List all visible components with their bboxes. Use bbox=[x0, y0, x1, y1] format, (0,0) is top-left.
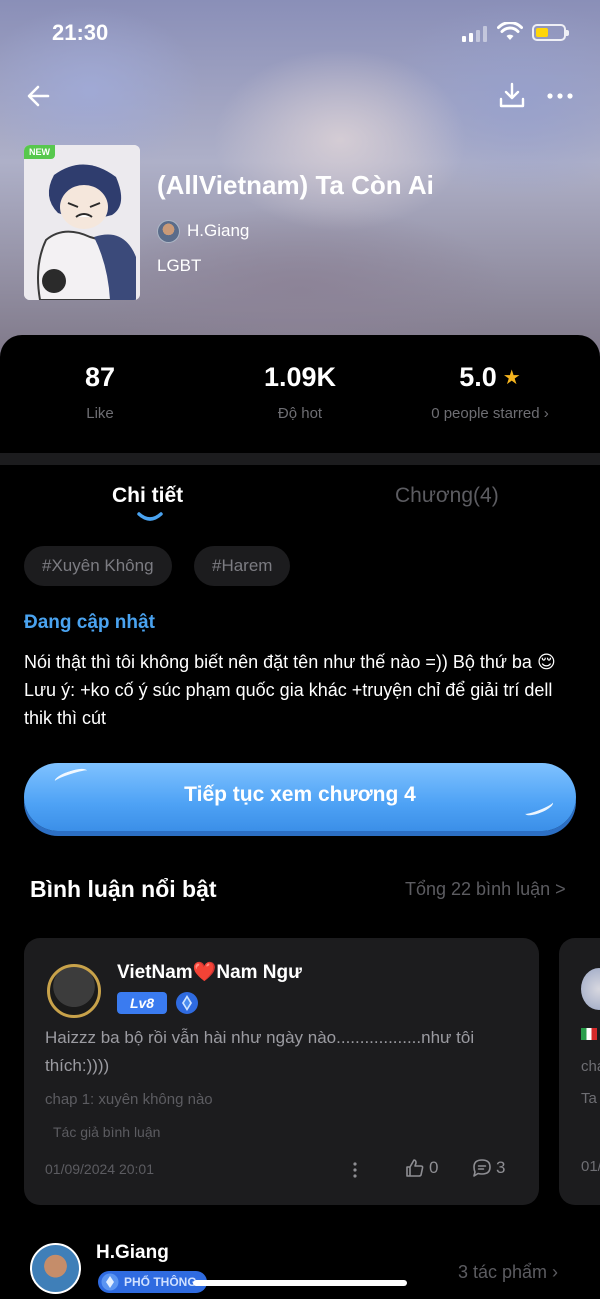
thumbs-up-icon bbox=[406, 1159, 424, 1177]
peek-text: Ta bbox=[581, 1090, 597, 1107]
comment-text: Haizzz ba bộ rồi vẫn hài như ngày nào...… bbox=[45, 1028, 475, 1075]
author-row-name: H.Giang bbox=[96, 1242, 169, 1263]
author-works-link[interactable]: 3 tác phẩm › bbox=[458, 1262, 558, 1283]
battery-icon bbox=[532, 24, 569, 41]
author-tier-label: PHỔ THÔNG bbox=[124, 1275, 197, 1289]
story-genre: LGBT bbox=[157, 256, 202, 275]
likes-value: 87 bbox=[84, 362, 116, 392]
cellular-signal-icon bbox=[462, 26, 488, 42]
story-author[interactable]: H.Giang bbox=[157, 218, 249, 244]
update-status: Đang cập nhật bbox=[24, 612, 155, 633]
section-divider bbox=[0, 453, 600, 465]
hot-value: 1.09K bbox=[263, 362, 337, 392]
top-nav bbox=[0, 76, 600, 116]
stat-rating[interactable]: 5.0 ★ 0 people starred › bbox=[390, 362, 590, 422]
home-indicator bbox=[193, 1280, 407, 1286]
hot-label: Độ hot bbox=[277, 405, 323, 422]
status-bar: 21:30 bbox=[0, 0, 600, 66]
author-tier-badge: PHỔ THÔNG bbox=[98, 1271, 207, 1293]
italy-flag-icon bbox=[581, 1028, 597, 1040]
commenter-avatar[interactable] bbox=[47, 964, 101, 1018]
comment-reply-count: 3 bbox=[496, 1158, 506, 1177]
comment-chapter: chap 1: xuyên không nào bbox=[45, 1091, 213, 1108]
comments-section-title: Bình luận nổi bật bbox=[30, 876, 217, 902]
comment-card-peek[interactable]: cha Ta 01/ bbox=[559, 938, 600, 1205]
new-badge: NEW bbox=[24, 145, 55, 159]
status-time: 21:30 bbox=[52, 20, 109, 45]
cover-illustration bbox=[24, 145, 140, 300]
continue-reading-button[interactable]: Tiếp tục xem chương 4 bbox=[24, 763, 576, 831]
wifi-icon bbox=[497, 22, 523, 40]
author-name: H.Giang bbox=[187, 221, 250, 240]
author-comment-tag: Tác giả bình luận bbox=[53, 1124, 161, 1140]
star-icon: ★ bbox=[502, 367, 521, 389]
peek-text: cha bbox=[581, 1058, 600, 1075]
diamond-badge-icon bbox=[176, 992, 198, 1014]
comment-date: 01/09/2024 20:01 bbox=[45, 1161, 154, 1177]
story-title: (AllVietnam) Ta Còn Ai bbox=[157, 170, 434, 200]
rating-value: 5.0 bbox=[459, 362, 497, 392]
active-tab-indicator bbox=[137, 512, 163, 521]
comment-like-button[interactable]: 0 bbox=[404, 1157, 438, 1179]
download-icon[interactable] bbox=[496, 80, 528, 112]
rating-label: 0 people starred › bbox=[431, 405, 549, 422]
more-options-icon[interactable] bbox=[544, 80, 576, 112]
comment-like-count: 0 bbox=[429, 1158, 439, 1177]
stat-hot: 1.09K Độ hot bbox=[200, 362, 400, 422]
stat-likes: 87 Like bbox=[0, 362, 200, 422]
comment-reply-button[interactable]: 3 bbox=[471, 1157, 505, 1179]
author-row-avatar[interactable] bbox=[30, 1243, 81, 1294]
tab-chapters[interactable]: Chương(4) bbox=[395, 484, 499, 508]
author-avatar bbox=[157, 219, 180, 243]
peek-date: 01/ bbox=[581, 1158, 600, 1175]
likes-label: Like bbox=[86, 405, 114, 422]
story-cover-image[interactable]: NEW bbox=[24, 145, 140, 300]
tag-xuyen-khong[interactable]: #Xuyên Không bbox=[24, 546, 172, 586]
commenter-name: VietNam❤️Nam Ngư bbox=[117, 962, 302, 983]
chat-bubble-icon bbox=[473, 1159, 491, 1177]
story-description: Nói thật thì tôi không biết nên đặt tên … bbox=[24, 652, 556, 728]
tab-detail[interactable]: Chi tiết bbox=[112, 484, 183, 508]
diamond-tier-icon bbox=[101, 1273, 119, 1291]
level-badge: Lv8 bbox=[117, 992, 167, 1014]
comment-card[interactable]: VietNam❤️Nam Ngư Lv8 Haizzz ba bộ rồi vẫ… bbox=[24, 938, 539, 1205]
back-arrow-icon[interactable] bbox=[24, 80, 56, 112]
continue-reading-label: Tiếp tục xem chương 4 bbox=[184, 783, 416, 806]
tag-harem[interactable]: #Harem bbox=[194, 546, 291, 586]
all-comments-link[interactable]: Tổng 22 bình luận > bbox=[405, 879, 566, 900]
vertical-dots-icon[interactable] bbox=[344, 1159, 366, 1181]
peek-avatar bbox=[581, 968, 600, 1010]
